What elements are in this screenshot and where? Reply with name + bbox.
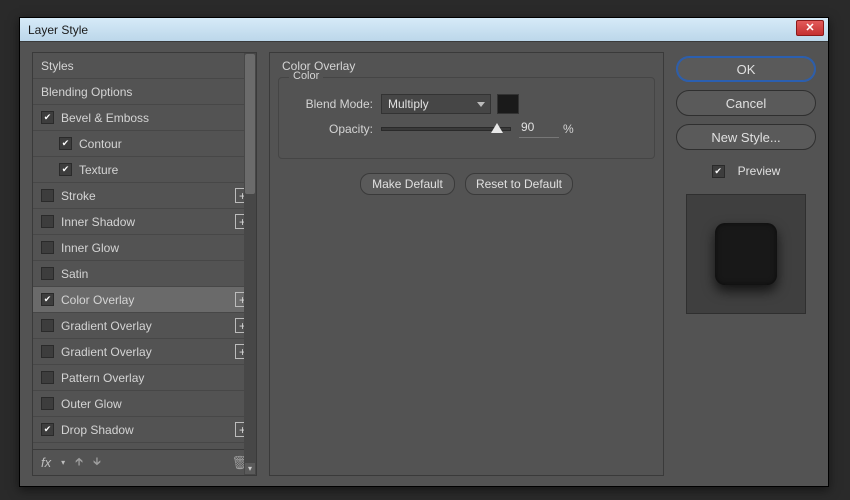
preview-checkbox[interactable] (712, 165, 725, 178)
checkbox[interactable] (41, 241, 54, 254)
preview-label: Preview (738, 164, 781, 178)
arrow-up-icon[interactable]: 🡱 (75, 453, 83, 472)
sidebar-item-styles[interactable]: Styles (33, 53, 256, 79)
checkbox[interactable] (41, 371, 54, 384)
checkbox[interactable] (59, 137, 72, 150)
cancel-button[interactable]: Cancel (676, 90, 816, 116)
styles-list: Styles Blending Options Bevel & Emboss Cont… (33, 53, 256, 449)
blend-mode-value: Multiply (388, 97, 429, 111)
close-button[interactable]: ✕ (796, 20, 824, 36)
sidebar-item-label: Gradient Overlay (61, 345, 152, 359)
sidebar-item-inner-shadow[interactable]: Inner Shadow+ (33, 209, 256, 235)
reset-default-button[interactable]: Reset to Default (465, 173, 573, 195)
checkbox[interactable] (41, 397, 54, 410)
checkbox[interactable] (41, 345, 54, 358)
sidebar-item-color-overlay[interactable]: Color Overlay+ (33, 287, 256, 313)
sidebar-item-outer-glow[interactable]: Outer Glow (33, 391, 256, 417)
scroll-down-icon[interactable]: ▾ (245, 463, 255, 474)
checkbox[interactable] (41, 423, 54, 436)
color-group: Color Blend Mode: Multiply Opacity: 90 % (278, 77, 655, 159)
sidebar-item-label: Drop Shadow (61, 423, 134, 437)
opacity-label: Opacity: (291, 122, 373, 136)
sidebar-item-contour[interactable]: Contour (33, 131, 256, 157)
titlebar[interactable]: Layer Style ✕ (20, 18, 828, 41)
sidebar-item-label: Color Overlay (61, 293, 134, 307)
blend-mode-select[interactable]: Multiply (381, 94, 491, 114)
window-title: Layer Style (28, 23, 88, 37)
blend-mode-label: Blend Mode: (291, 97, 373, 111)
sidebar-item-label: Stroke (61, 189, 96, 203)
sidebar-item-label: Bevel & Emboss (61, 111, 149, 125)
action-column: OK Cancel New Style... Preview (676, 52, 816, 476)
sidebar-footer: fx ▾ 🡱 🡳 🗑 (33, 449, 256, 475)
sidebar-item-label: Inner Shadow (61, 215, 135, 229)
sidebar-item-gradient-overlay[interactable]: Gradient Overlay+ (33, 339, 256, 365)
sidebar-item-texture[interactable]: Texture (33, 157, 256, 183)
checkbox[interactable] (41, 319, 54, 332)
checkbox[interactable] (41, 293, 54, 306)
slider-thumb[interactable] (491, 123, 503, 133)
settings-panel: Color Overlay Color Blend Mode: Multiply… (269, 52, 664, 476)
sidebar-item-stroke[interactable]: Stroke+ (33, 183, 256, 209)
sidebar-item-label: Gradient Overlay (61, 319, 152, 333)
sidebar-item-label: Styles (41, 59, 74, 73)
checkbox[interactable] (41, 111, 54, 124)
layer-style-dialog: Layer Style ✕ Styles Blending Options Beve… (19, 17, 829, 487)
fx-menu[interactable]: fx (41, 455, 51, 470)
checkbox[interactable] (41, 267, 54, 280)
scroll-thumb[interactable] (245, 54, 255, 194)
sidebar-item-bevel-emboss[interactable]: Bevel & Emboss (33, 105, 256, 131)
close-icon: ✕ (805, 23, 814, 34)
default-buttons-row: Make Default Reset to Default (278, 173, 655, 195)
preview-toggle[interactable]: Preview (676, 164, 816, 178)
sidebar-item-blending-options[interactable]: Blending Options (33, 79, 256, 105)
dialog-body: Styles Blending Options Bevel & Emboss Cont… (20, 41, 828, 486)
checkbox[interactable] (41, 215, 54, 228)
opacity-unit: % (563, 122, 574, 136)
checkbox[interactable] (41, 189, 54, 202)
preview-box (686, 194, 806, 314)
opacity-slider[interactable] (381, 127, 511, 131)
sidebar-item-label: Blending Options (41, 85, 132, 99)
blend-mode-row: Blend Mode: Multiply (291, 94, 642, 114)
checkbox[interactable] (59, 163, 72, 176)
opacity-row: Opacity: 90 % (291, 120, 642, 138)
sidebar-item-label: Contour (79, 137, 122, 151)
fx-caret-icon[interactable]: ▾ (61, 458, 65, 467)
sidebar-item-label: Inner Glow (61, 241, 119, 255)
styles-sidebar: Styles Blending Options Bevel & Emboss Cont… (32, 52, 257, 476)
sidebar-scrollbar[interactable]: ▾ (244, 53, 256, 475)
ok-button[interactable]: OK (676, 56, 816, 82)
sidebar-item-inner-glow[interactable]: Inner Glow (33, 235, 256, 261)
opacity-input[interactable]: 90 (519, 120, 559, 138)
arrow-down-icon[interactable]: 🡳 (93, 453, 101, 472)
sidebar-item-gradient-overlay[interactable]: Gradient Overlay+ (33, 313, 256, 339)
sidebar-item-satin[interactable]: Satin (33, 261, 256, 287)
preview-thumbnail (715, 223, 777, 285)
sidebar-item-label: Satin (61, 267, 88, 281)
sidebar-item-drop-shadow[interactable]: Drop Shadow+ (33, 417, 256, 443)
new-style-button[interactable]: New Style... (676, 124, 816, 150)
panel-title: Color Overlay (282, 59, 655, 73)
group-legend: Color (289, 70, 323, 82)
sidebar-item-pattern-overlay[interactable]: Pattern Overlay (33, 365, 256, 391)
make-default-button[interactable]: Make Default (360, 173, 455, 195)
sidebar-item-label: Pattern Overlay (61, 371, 144, 385)
color-swatch[interactable] (497, 94, 519, 114)
sidebar-item-label: Outer Glow (61, 397, 122, 411)
sidebar-item-label: Texture (79, 163, 118, 177)
